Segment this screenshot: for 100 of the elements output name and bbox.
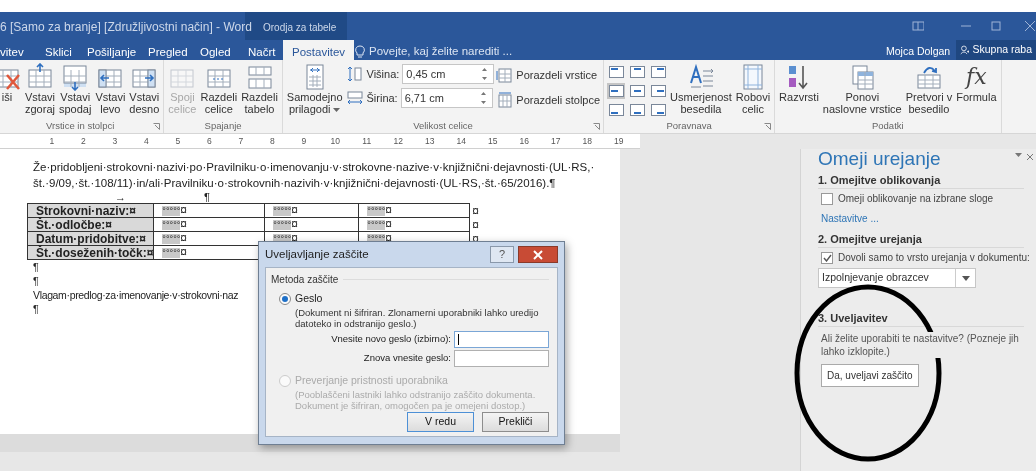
- ribbon-button[interactable]: Porazdeli stolpce: [496, 92, 601, 109]
- table-arrow-icon: [61, 63, 90, 91]
- ribbon-button[interactable]: Razvrsti: [778, 62, 820, 104]
- ruler-number: 15: [487, 135, 499, 148]
- close-button[interactable]: [518, 246, 558, 263]
- dialog-button[interactable]: Prekliči: [482, 412, 549, 432]
- ribbon-button[interactable]: Ponovi naslovne vrstice: [821, 62, 903, 116]
- align-button[interactable]: [628, 102, 647, 118]
- section-heading: 1. Omejitve oblikovanja: [818, 174, 1024, 189]
- ribbon-button[interactable]: Vstavi desno: [128, 62, 161, 116]
- align-icon: [629, 85, 645, 97]
- distribute-columns-icon: [496, 92, 514, 109]
- ribbon-tab[interactable]: Pošiljanje: [87, 40, 137, 60]
- ribbon-tab[interactable]: vitev: [0, 40, 24, 60]
- tab-mark: →: [115, 191, 126, 203]
- field-label: Višina:: [366, 66, 400, 82]
- pane-title: Omeji urejanje: [818, 148, 941, 170]
- tell-me-field[interactable]: Povejte, kaj želite narediti ...: [369, 43, 513, 61]
- checkbox[interactable]: [821, 193, 833, 205]
- align-icon: [629, 66, 645, 78]
- ribbon-button[interactable]: Razdeli tabelo: [240, 62, 279, 116]
- align-button[interactable]: [607, 64, 626, 80]
- spin-field[interactable]: 6,71 cm: [400, 88, 493, 108]
- ribbon-button[interactable]: Robovi celic: [734, 62, 772, 116]
- ribbon-display-icon[interactable]: [912, 20, 924, 32]
- ribbon-button[interactable]: Vstavi spodaj: [57, 62, 93, 116]
- align-button[interactable]: [628, 64, 647, 80]
- password-field[interactable]: [454, 331, 549, 348]
- user-name: Mojca Dolgan: [886, 44, 951, 59]
- help-button[interactable]: ?: [490, 246, 514, 263]
- enforce-button[interactable]: Da, uveljavi zaščito: [821, 364, 919, 387]
- group-label: Metoda zaščite: [271, 272, 549, 287]
- paragraph-mark: ¶: [33, 260, 39, 274]
- password-field[interactable]: [454, 350, 549, 367]
- person-icon: [960, 44, 970, 56]
- share-button[interactable]: Skupna raba: [956, 40, 1036, 60]
- checkbox[interactable]: [821, 252, 833, 264]
- close-icon[interactable]: [1026, 153, 1034, 161]
- ribbon-button[interactable]: Porazdeli vrstice: [496, 67, 601, 84]
- group-label: Podatki: [871, 120, 904, 132]
- align-button[interactable]: [649, 64, 668, 80]
- dialog-launcher-icon[interactable]: [764, 123, 772, 130]
- ribbon-button[interactable]: iši: [0, 62, 22, 104]
- ribbon-tab[interactable]: Načrt: [248, 40, 276, 60]
- prompt-text: Ali želite uporabiti te nastavitve? (Pozneje jih lahko izklopite.): [821, 332, 1021, 358]
- ribbon-tab[interactable]: Pregled: [148, 40, 188, 60]
- ribbon-button[interactable]: fx Formula: [955, 62, 998, 104]
- ribbon-button[interactable]: Samodejno prilagodi: [285, 62, 344, 116]
- spinner-arrows-icon[interactable]: [481, 67, 489, 81]
- spin-field[interactable]: 0,45 cm: [402, 64, 495, 84]
- dialog-button[interactable]: V redu: [407, 412, 474, 432]
- ribbon-button[interactable]: Vstavi zgoraj: [24, 62, 56, 116]
- row-height-icon: [345, 65, 364, 83]
- spin-field[interactable]: 0,45 cm: [403, 65, 482, 83]
- align-button[interactable]: [607, 102, 626, 118]
- dialog-launcher-icon[interactable]: [153, 123, 161, 130]
- table-cell: °°°°°¤: [358, 217, 470, 232]
- ribbon-button[interactable]: Usmerjenost besedila: [669, 62, 733, 116]
- row-end-mark: ¤: [472, 217, 480, 232]
- editing-type-dropdown[interactable]: Izpolnjevanje obrazcev: [818, 268, 976, 288]
- align-button[interactable]: [607, 83, 626, 99]
- text-direction-icon: [687, 63, 715, 91]
- ribbon-tab[interactable]: Postavitev: [283, 40, 355, 60]
- distribute-rows-icon: [496, 67, 514, 84]
- align-button[interactable]: [649, 83, 668, 99]
- settings-link[interactable]: Nastavitve ...: [821, 213, 879, 225]
- radio-button[interactable]: [279, 292, 291, 305]
- ruler-number: 16: [518, 135, 530, 148]
- ribbon-button[interactable]: Vstavi levo: [94, 62, 127, 116]
- field-label: Znova vnesite geslo:: [363, 351, 451, 366]
- ribbon-button[interactable]: Razdeli celice: [199, 62, 239, 116]
- align-button[interactable]: [628, 83, 647, 99]
- context-tab-label: Orodja za tabele: [263, 21, 337, 35]
- caret-icon[interactable]: [1015, 153, 1022, 158]
- ruler-number: 12: [392, 135, 404, 148]
- paragraph-mark: ¶: [204, 191, 210, 203]
- ribbon-tab[interactable]: Ogled: [200, 40, 231, 60]
- field-label: Širina:: [366, 90, 398, 106]
- ribbon-button[interactable]: Pretvori v besedilo: [904, 62, 954, 116]
- ruler-number: 19: [613, 135, 625, 148]
- dialog-title: Uveljavljanje zaščite: [265, 246, 369, 262]
- table-cell: Strokovni·naziv:¤: [27, 203, 154, 218]
- ruler-number: 9: [300, 135, 308, 148]
- spinner-arrows-icon[interactable]: [479, 91, 487, 105]
- radio-label: Preverjanje pristnosti uporabnika: [295, 374, 448, 387]
- group-label: Velikost celice: [413, 120, 473, 132]
- lightbulb-icon[interactable]: [355, 45, 365, 59]
- close-icon: [533, 249, 543, 260]
- restore-icon[interactable]: [990, 20, 1002, 32]
- option-description: (Dokument ni šifriran. Zlonamerni uporabniki lahko uredijo datoteko in odstranijo geslo.): [295, 307, 540, 329]
- ribbon-tab[interactable]: Sklici: [45, 40, 72, 60]
- spin-field[interactable]: 6,71 cm: [401, 89, 480, 107]
- align-button[interactable]: [649, 102, 668, 118]
- checkbox-label: Dovoli samo to vrsto urejanja v dokumentu:: [838, 252, 1030, 264]
- table-cell: °°°°°¤: [153, 217, 265, 232]
- close-icon[interactable]: [1024, 20, 1036, 32]
- check-icon: [822, 254, 832, 262]
- align-icon: [650, 66, 666, 78]
- dialog-launcher-icon[interactable]: [593, 123, 601, 130]
- table-cell: °°°°°¤: [358, 203, 470, 218]
